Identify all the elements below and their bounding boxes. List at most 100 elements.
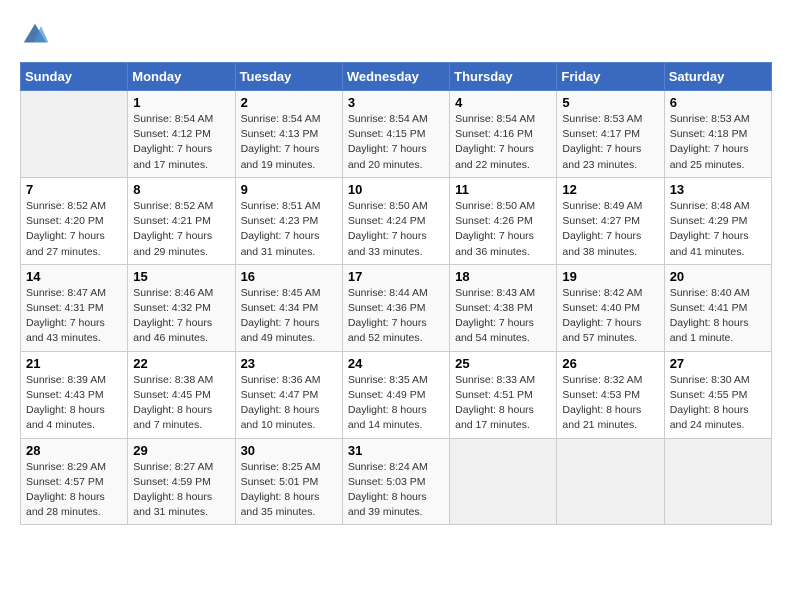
day-number: 17	[348, 269, 444, 284]
day-info: Sunrise: 8:49 AMSunset: 4:27 PMDaylight:…	[562, 200, 642, 258]
day-number: 1	[133, 95, 229, 110]
calendar-cell: 24 Sunrise: 8:35 AMSunset: 4:49 PMDayligh…	[342, 351, 449, 438]
day-info: Sunrise: 8:46 AMSunset: 4:32 PMDaylight:…	[133, 287, 213, 345]
calendar-cell	[664, 438, 771, 525]
day-number: 24	[348, 356, 444, 371]
day-info: Sunrise: 8:52 AMSunset: 4:20 PMDaylight:…	[26, 200, 106, 258]
header-row: Sunday Monday Tuesday Wednesday Thursday…	[21, 63, 772, 91]
calendar-week-2: 7 Sunrise: 8:52 AMSunset: 4:20 PMDaylight…	[21, 177, 772, 264]
calendar-cell: 11 Sunrise: 8:50 AMSunset: 4:26 PMDayligh…	[450, 177, 557, 264]
calendar-cell: 7 Sunrise: 8:52 AMSunset: 4:20 PMDaylight…	[21, 177, 128, 264]
calendar-week-5: 28 Sunrise: 8:29 AMSunset: 4:57 PMDayligh…	[21, 438, 772, 525]
calendar-cell: 8Sunrise: 8:52 AMSunset: 4:21 PMDaylight…	[128, 177, 235, 264]
calendar-cell: 5 Sunrise: 8:53 AMSunset: 4:17 PMDaylight…	[557, 91, 664, 178]
day-number: 14	[26, 269, 122, 284]
day-info: Sunrise: 8:52 AMSunset: 4:21 PMDaylight:…	[133, 200, 213, 258]
day-info: Sunrise: 8:42 AMSunset: 4:40 PMDaylight:…	[562, 287, 642, 345]
calendar-body: 1 Sunrise: 8:54 AMSunset: 4:12 PMDaylight…	[21, 91, 772, 525]
day-number: 26	[562, 356, 658, 371]
day-info: Sunrise: 8:45 AMSunset: 4:34 PMDaylight:…	[241, 287, 321, 345]
day-number: 9	[241, 182, 337, 197]
calendar-cell: 19 Sunrise: 8:42 AMSunset: 4:40 PMDayligh…	[557, 264, 664, 351]
page-header	[20, 20, 772, 50]
col-thursday: Thursday	[450, 63, 557, 91]
day-info: Sunrise: 8:54 AMSunset: 4:12 PMDaylight:…	[133, 113, 213, 171]
day-info: Sunrise: 8:50 AMSunset: 4:26 PMDaylight:…	[455, 200, 535, 258]
calendar-cell: 2 Sunrise: 8:54 AMSunset: 4:13 PMDaylight…	[235, 91, 342, 178]
day-info: Sunrise: 8:33 AMSunset: 4:51 PMDaylight:…	[455, 374, 535, 432]
day-number: 2	[241, 95, 337, 110]
day-info: Sunrise: 8:47 AMSunset: 4:31 PMDaylight:…	[26, 287, 106, 345]
day-number: 16	[241, 269, 337, 284]
calendar-cell	[557, 438, 664, 525]
day-number: 20	[670, 269, 766, 284]
col-friday: Friday	[557, 63, 664, 91]
calendar-cell: 4Sunrise: 8:54 AMSunset: 4:16 PMDaylight…	[450, 91, 557, 178]
col-sunday: Sunday	[21, 63, 128, 91]
day-info: Sunrise: 8:51 AMSunset: 4:23 PMDaylight:…	[241, 200, 321, 258]
calendar-cell: 25 Sunrise: 8:33 AMSunset: 4:51 PMDayligh…	[450, 351, 557, 438]
day-info: Sunrise: 8:24 AMSunset: 5:03 PMDaylight:…	[348, 461, 428, 519]
day-info: Sunrise: 8:48 AMSunset: 4:29 PMDaylight:…	[670, 200, 750, 258]
logo	[20, 20, 54, 50]
day-number: 11	[455, 182, 551, 197]
day-info: Sunrise: 8:53 AMSunset: 4:17 PMDaylight:…	[562, 113, 642, 171]
day-info: Sunrise: 8:54 AMSunset: 4:15 PMDaylight:…	[348, 113, 428, 171]
col-wednesday: Wednesday	[342, 63, 449, 91]
calendar-cell: 16 Sunrise: 8:45 AMSunset: 4:34 PMDayligh…	[235, 264, 342, 351]
day-number: 10	[348, 182, 444, 197]
day-info: Sunrise: 8:39 AMSunset: 4:43 PMDaylight:…	[26, 374, 106, 432]
day-number: 5	[562, 95, 658, 110]
day-number: 22	[133, 356, 229, 371]
calendar-cell: 30Sunrise: 8:25 AMSunset: 5:01 PMDayligh…	[235, 438, 342, 525]
calendar-cell: 31Sunrise: 8:24 AMSunset: 5:03 PMDayligh…	[342, 438, 449, 525]
calendar-cell: 17 Sunrise: 8:44 AMSunset: 4:36 PMDayligh…	[342, 264, 449, 351]
day-info: Sunrise: 8:35 AMSunset: 4:49 PMDaylight:…	[348, 374, 428, 432]
calendar-cell: 22 Sunrise: 8:38 AMSunset: 4:45 PMDayligh…	[128, 351, 235, 438]
calendar-cell: 15 Sunrise: 8:46 AMSunset: 4:32 PMDayligh…	[128, 264, 235, 351]
day-info: Sunrise: 8:30 AMSunset: 4:55 PMDaylight:…	[670, 374, 750, 432]
day-number: 21	[26, 356, 122, 371]
calendar-cell: 9 Sunrise: 8:51 AMSunset: 4:23 PMDaylight…	[235, 177, 342, 264]
day-info: Sunrise: 8:32 AMSunset: 4:53 PMDaylight:…	[562, 374, 642, 432]
calendar-week-4: 21 Sunrise: 8:39 AMSunset: 4:43 PMDayligh…	[21, 351, 772, 438]
logo-icon	[20, 20, 50, 50]
calendar-cell: 21 Sunrise: 8:39 AMSunset: 4:43 PMDayligh…	[21, 351, 128, 438]
day-info: Sunrise: 8:38 AMSunset: 4:45 PMDaylight:…	[133, 374, 213, 432]
calendar-cell: 23Sunrise: 8:36 AMSunset: 4:47 PMDayligh…	[235, 351, 342, 438]
calendar-cell	[21, 91, 128, 178]
calendar-cell: 1 Sunrise: 8:54 AMSunset: 4:12 PMDaylight…	[128, 91, 235, 178]
day-info: Sunrise: 8:27 AMSunset: 4:59 PMDaylight:…	[133, 461, 213, 519]
day-number: 18	[455, 269, 551, 284]
calendar-cell: 27 Sunrise: 8:30 AMSunset: 4:55 PMDayligh…	[664, 351, 771, 438]
day-info: Sunrise: 8:44 AMSunset: 4:36 PMDaylight:…	[348, 287, 428, 345]
calendar-cell	[450, 438, 557, 525]
day-info: Sunrise: 8:54 AMSunset: 4:13 PMDaylight:…	[241, 113, 321, 171]
day-info: Sunrise: 8:53 AMSunset: 4:18 PMDaylight:…	[670, 113, 750, 171]
calendar-cell: 14 Sunrise: 8:47 AMSunset: 4:31 PMDayligh…	[21, 264, 128, 351]
day-number: 28	[26, 443, 122, 458]
calendar-cell: 20 Sunrise: 8:40 AMSunset: 4:41 PMDayligh…	[664, 264, 771, 351]
day-number: 4	[455, 95, 551, 110]
calendar-header: Sunday Monday Tuesday Wednesday Thursday…	[21, 63, 772, 91]
day-number: 25	[455, 356, 551, 371]
day-info: Sunrise: 8:29 AMSunset: 4:57 PMDaylight:…	[26, 461, 106, 519]
day-info: Sunrise: 8:40 AMSunset: 4:41 PMDaylight:…	[670, 287, 750, 345]
calendar-cell: 13Sunrise: 8:48 AMSunset: 4:29 PMDayligh…	[664, 177, 771, 264]
calendar-cell: 18Sunrise: 8:43 AMSunset: 4:38 PMDayligh…	[450, 264, 557, 351]
calendar-cell: 28 Sunrise: 8:29 AMSunset: 4:57 PMDayligh…	[21, 438, 128, 525]
day-number: 30	[241, 443, 337, 458]
calendar-week-3: 14 Sunrise: 8:47 AMSunset: 4:31 PMDayligh…	[21, 264, 772, 351]
calendar-cell: 12Sunrise: 8:49 AMSunset: 4:27 PMDayligh…	[557, 177, 664, 264]
day-number: 15	[133, 269, 229, 284]
day-number: 7	[26, 182, 122, 197]
day-number: 19	[562, 269, 658, 284]
day-number: 3	[348, 95, 444, 110]
day-number: 27	[670, 356, 766, 371]
col-tuesday: Tuesday	[235, 63, 342, 91]
calendar-week-1: 1 Sunrise: 8:54 AMSunset: 4:12 PMDaylight…	[21, 91, 772, 178]
day-number: 23	[241, 356, 337, 371]
day-info: Sunrise: 8:50 AMSunset: 4:24 PMDaylight:…	[348, 200, 428, 258]
col-saturday: Saturday	[664, 63, 771, 91]
calendar-cell: 6Sunrise: 8:53 AMSunset: 4:18 PMDaylight…	[664, 91, 771, 178]
